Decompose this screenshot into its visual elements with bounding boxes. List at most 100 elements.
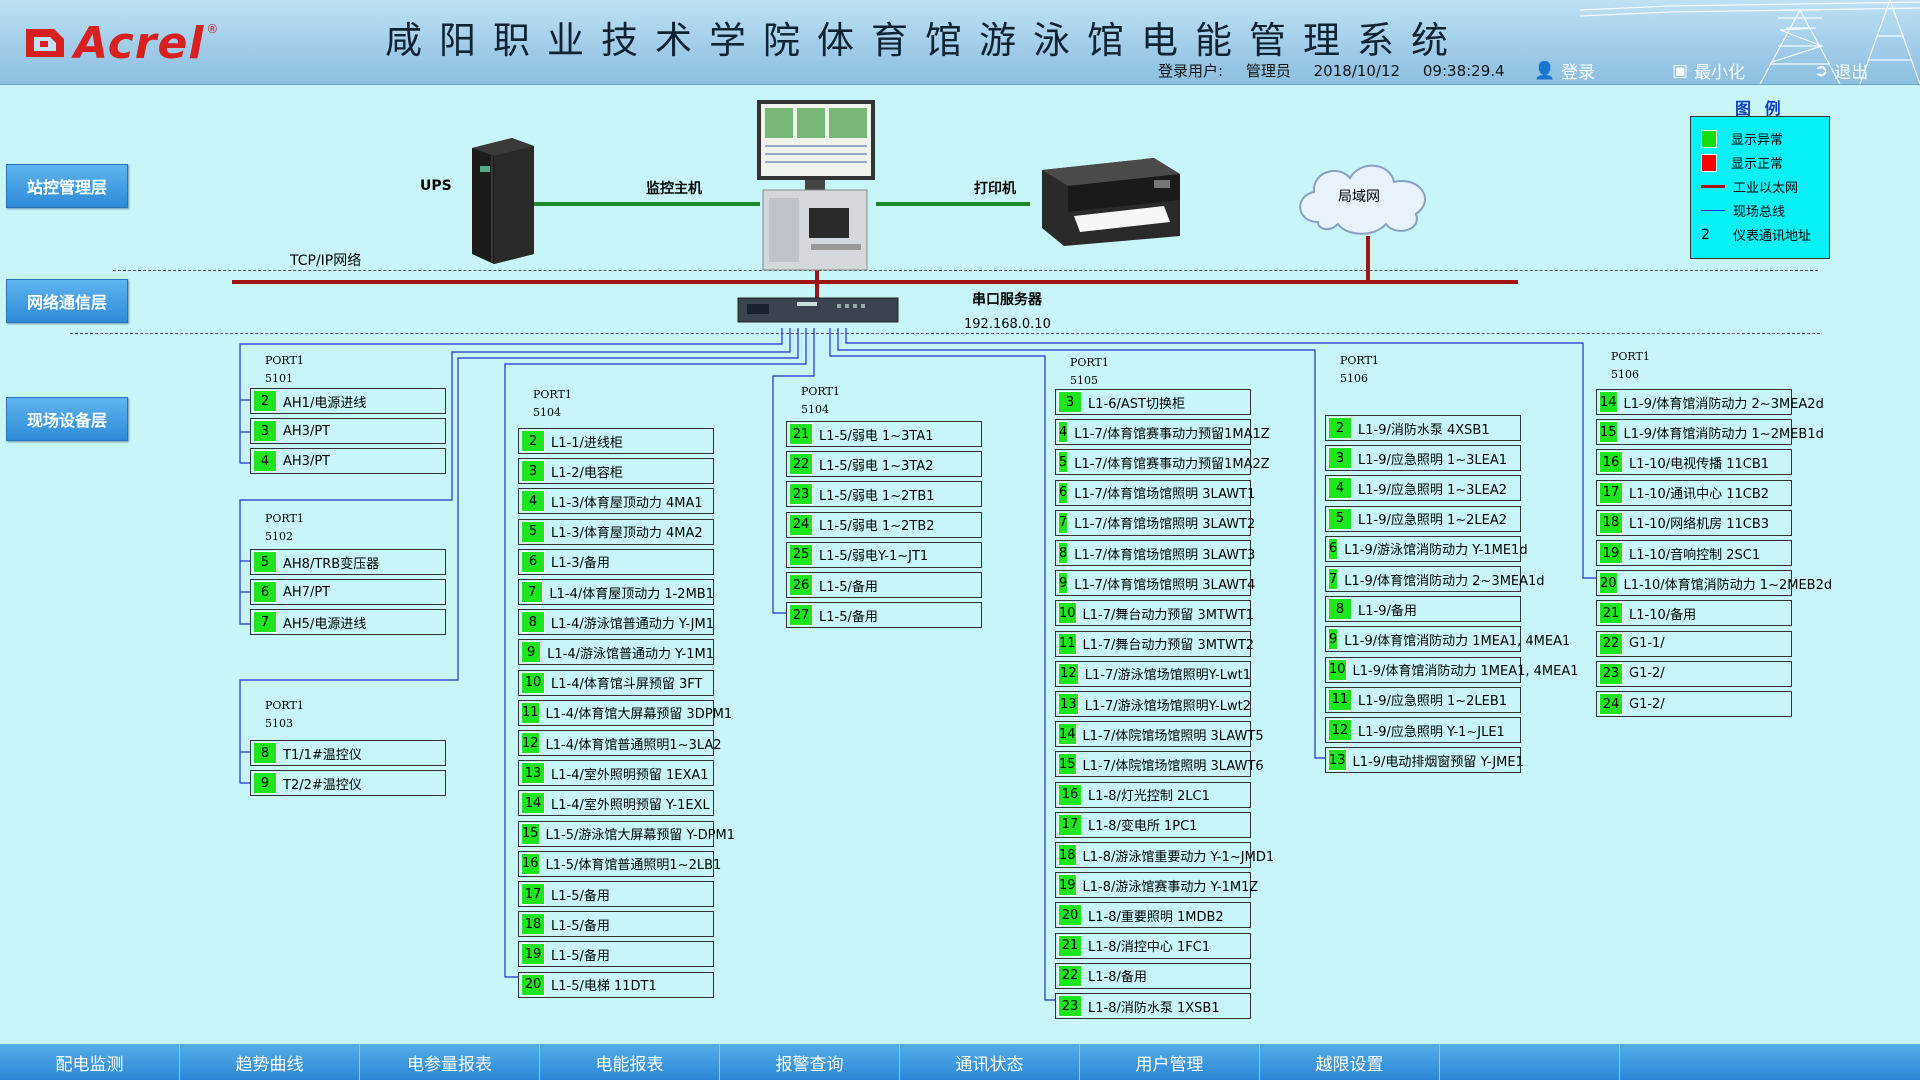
device-row[interactable]: 16 L1-8/灯光控制 2LC1 <box>1055 781 1251 808</box>
device-row[interactable]: 6 L1-3/备用 <box>518 548 714 575</box>
device-name: L1-9/体育馆消防动力 1MEA1, 4MEA1 <box>1352 664 1579 680</box>
device-row[interactable]: 16 L1-5/体育馆普通照明1~2LB1 <box>518 850 721 877</box>
device-row[interactable]: 11 L1-7/舞台动力预留 3MTWT2 <box>1055 630 1254 657</box>
device-row[interactable]: 22 G1-1/ <box>1596 630 1792 657</box>
device-name: L1-9/应急照明 1~2LEA2 <box>1358 513 1508 529</box>
device-row[interactable]: 14 L1-9/体育馆消防动力 2~3MEA2d <box>1596 389 1824 415</box>
device-row[interactable]: 3 L1-6/AST切换柜 <box>1055 389 1251 415</box>
device-row[interactable]: 9 L1-7/体育馆场馆照明 3LAWT4 <box>1055 570 1255 597</box>
device-row[interactable]: 26 L1-5/备用 <box>786 572 982 598</box>
device-row[interactable]: 9 L1-9/体育馆消防动力 1MEA1, 4MEA1 <box>1325 626 1570 653</box>
device-address-badge: 6 <box>1058 481 1069 504</box>
device-row[interactable]: 20 L1-5/电梯 11DT1 <box>518 971 714 998</box>
device-row[interactable]: 10 L1-4/体育馆斗屏预留 3FT <box>518 669 714 696</box>
device-row[interactable]: 4 L1-3/体育屋顶动力 4MA1 <box>518 488 714 515</box>
device-name: L1-9/备用 <box>1358 603 1417 619</box>
bottom-tab[interactable]: 报警查询 <box>720 1044 900 1080</box>
device-frame <box>518 911 714 938</box>
device-row[interactable]: 19 L1-10/音响控制 2SC1 <box>1596 540 1792 566</box>
device-row[interactable]: 20 L1-8/重要照明 1MDB2 <box>1055 902 1251 929</box>
bottom-tab[interactable]: 越限设置 <box>1260 1044 1440 1080</box>
device-row[interactable]: 3 AH3/PT <box>250 418 446 445</box>
device-row[interactable]: 24 L1-5/弱电 1~2TB2 <box>786 511 982 538</box>
device-row[interactable]: 7 L1-4/体育屋顶动力 1-2MB1 <box>518 579 714 605</box>
device-row[interactable]: 22 L1-5/弱电 1~3TA2 <box>786 451 982 478</box>
device-row[interactable]: 21 L1-8/消控中心 1FC1 <box>1055 932 1251 959</box>
device-row[interactable]: 11 L1-4/体育馆大屏幕预留 3DPM1 <box>518 699 732 726</box>
device-row[interactable]: 7 L1-9/体育馆消防动力 2~3MEA1d <box>1325 566 1545 592</box>
device-row[interactable]: 13 L1-4/室外照明预留 1EXA1 <box>518 760 714 787</box>
device-row[interactable]: 13 L1-7/游泳馆场馆照明Y-Lwt2 <box>1055 691 1251 717</box>
device-address-badge: 8 <box>521 611 545 634</box>
device-row[interactable]: 6 L1-9/游泳馆消防动力 Y-1ME1d <box>1325 535 1528 562</box>
bottom-tab[interactable]: 趋势曲线 <box>180 1044 360 1080</box>
device-row[interactable]: 10 L1-9/体育馆消防动力 1MEA1, 4MEA1 <box>1325 656 1579 683</box>
bottom-tab[interactable]: 用户管理 <box>1080 1044 1260 1080</box>
device-row[interactable]: 10 L1-7/舞台动力预留 3MTWT1 <box>1055 600 1254 627</box>
device-row[interactable]: 17 L1-10/通讯中心 11CB2 <box>1596 479 1792 506</box>
bottom-tab[interactable]: 通讯状态 <box>900 1044 1080 1080</box>
device-row[interactable]: 13 L1-9/电动排烟窗预留 Y-JME1 <box>1325 747 1524 774</box>
device-row[interactable]: 5 L1-7/体育馆赛事动力预留1MA2Z <box>1055 449 1270 476</box>
device-row[interactable]: 3 L1-9/应急照明 1~3LEA1 <box>1325 445 1521 472</box>
device-row[interactable]: 12 L1-4/体育馆普通照明1~3LA2 <box>518 730 722 756</box>
device-row[interactable]: 11 L1-9/应急照明 1~2LEB1 <box>1325 686 1521 713</box>
device-row[interactable]: 19 L1-5/备用 <box>518 941 714 968</box>
device-row[interactable]: 2 AH1/电源进线 <box>250 388 446 414</box>
device-row[interactable]: 24 G1-2/ <box>1596 691 1792 717</box>
device-row[interactable]: 27 L1-5/备用 <box>786 602 982 629</box>
device-row[interactable]: 9 T2/2#温控仪 <box>250 770 446 797</box>
device-row[interactable]: 19 L1-8/游泳馆赛事动力 Y-1M1Z <box>1055 872 1258 899</box>
device-row[interactable]: 7 L1-7/体育馆场馆照明 3LAWT2 <box>1055 509 1255 536</box>
device-row[interactable]: 4 L1-9/应急照明 1~3LEA2 <box>1325 475 1521 502</box>
device-row[interactable]: 8 L1-7/体育馆场馆照明 3LAWT3 <box>1055 540 1255 566</box>
device-row[interactable]: 16 L1-10/电视传播 11CB1 <box>1596 449 1792 476</box>
device-row[interactable]: 15 L1-7/体院馆场馆照明 3LAWT6 <box>1055 751 1264 778</box>
port-name: PORT1 <box>801 385 840 398</box>
device-address-badge: 4 <box>253 450 277 473</box>
device-row[interactable]: 8 L1-4/游泳馆普通动力 Y-JM1 <box>518 609 714 636</box>
device-row[interactable]: 12 L1-9/应急照明 Y-1~JLE1 <box>1325 717 1521 743</box>
device-row[interactable]: 14 L1-7/体院馆场馆照明 3LAWT5 <box>1055 721 1264 748</box>
device-row[interactable]: 2 L1-1/进线柜 <box>518 428 714 454</box>
bottom-tab[interactable]: 电参量报表 <box>360 1044 540 1080</box>
device-row[interactable]: 17 L1-8/变电所 1PC1 <box>1055 811 1251 838</box>
device-row[interactable]: 22 L1-8/备用 <box>1055 962 1251 989</box>
device-address-badge: 7 <box>521 581 544 603</box>
device-row[interactable]: 8 T1/1#温控仪 <box>250 740 446 766</box>
device-row[interactable]: 6 AH7/PT <box>250 579 446 606</box>
device-row[interactable]: 9 L1-4/游泳馆普通动力 Y-1M1 <box>518 639 714 666</box>
device-row[interactable]: 25 L1-5/弱电Y-1~JT1 <box>786 541 982 568</box>
device-row[interactable]: 18 L1-10/网络机房 11CB3 <box>1596 509 1792 536</box>
device-row[interactable]: 5 AH8/TRB变压器 <box>250 549 446 575</box>
device-row[interactable]: 23 L1-5/弱电 1~2TB1 <box>786 481 982 508</box>
port-address: 5104 <box>533 406 561 419</box>
device-frame <box>1596 660 1792 687</box>
device-row[interactable]: 15 L1-5/游泳馆大屏幕预留 Y-DPM1 <box>518 820 735 847</box>
port-name: PORT1 <box>1340 354 1379 367</box>
device-row[interactable]: 21 L1-5/弱电 1~3TA1 <box>786 421 982 447</box>
device-row[interactable]: 5 L1-3/体育屋顶动力 4MA2 <box>518 518 714 545</box>
device-row[interactable]: 5 L1-9/应急照明 1~2LEA2 <box>1325 505 1521 532</box>
device-row[interactable]: 14 L1-4/室外照明预留 Y-1EXL <box>518 790 714 817</box>
device-row[interactable]: 20 L1-10/体育馆消防动力 1~2MEB2d <box>1596 570 1832 597</box>
device-row[interactable]: 18 L1-8/游泳馆重要动力 Y-1~JMD1 <box>1055 842 1274 868</box>
device-row[interactable]: 18 L1-5/备用 <box>518 911 714 938</box>
device-row[interactable]: 7 AH5/电源进线 <box>250 609 446 636</box>
bottom-tab[interactable]: 电能报表 <box>540 1044 720 1080</box>
device-row[interactable]: 4 AH3/PT <box>250 448 446 475</box>
device-row[interactable]: 21 L1-10/备用 <box>1596 600 1792 627</box>
device-row[interactable]: 23 G1-2/ <box>1596 660 1792 687</box>
device-row[interactable]: 2 L1-9/消防水泵 4XSB1 <box>1325 415 1521 441</box>
device-row[interactable]: 6 L1-7/体育馆场馆照明 3LAWT1 <box>1055 479 1255 506</box>
device-row[interactable]: 12 L1-7/游泳馆场馆照明Y-Lwt1 <box>1055 660 1251 687</box>
bottom-tab-empty <box>1620 1044 1920 1080</box>
device-row[interactable]: 4 L1-7/体育馆赛事动力预留1MA1Z <box>1055 419 1270 446</box>
device-row[interactable]: 17 L1-5/备用 <box>518 881 714 907</box>
device-row[interactable]: 23 L1-8/消防水泵 1XSB1 <box>1055 993 1251 1019</box>
bottom-tab[interactable]: 配电监测 <box>0 1044 180 1080</box>
device-row[interactable]: 15 L1-9/体育馆消防动力 1~2MEB1d <box>1596 419 1824 446</box>
device-address-badge: 22 <box>1599 632 1623 655</box>
device-row[interactable]: 8 L1-9/备用 <box>1325 596 1521 623</box>
device-row[interactable]: 3 L1-2/电容柜 <box>518 458 714 485</box>
